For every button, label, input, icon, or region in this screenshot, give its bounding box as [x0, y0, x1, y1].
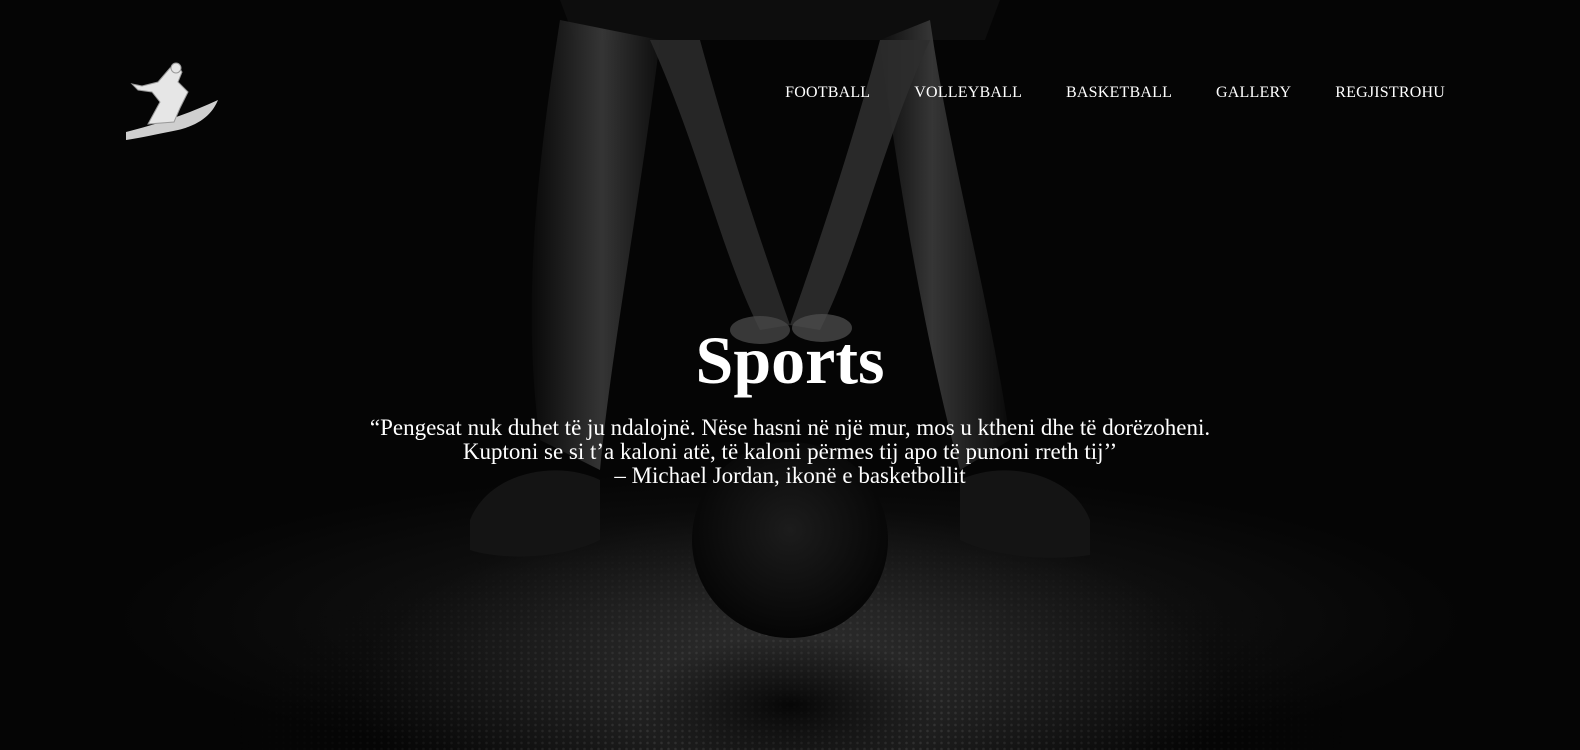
- page-title: Sports: [695, 322, 885, 398]
- hero-content: Sports “Pengesat nuk duhet të ju ndalojn…: [0, 318, 1580, 488]
- nav-item-regjistrohu[interactable]: REGJISTROHU: [1335, 84, 1445, 102]
- nav-item-volleyball[interactable]: VOLLEYBALL: [914, 84, 1022, 102]
- nav-item-basketball[interactable]: BASKETBALL: [1066, 84, 1172, 102]
- quote-attribution: – Michael Jordan, ikonë e basketbollit: [614, 463, 966, 488]
- quote-line: “Pengesat nuk duhet të ju ndalojnë. Nëse…: [369, 415, 1211, 440]
- hero-quote: “Pengesat nuk duhet të ju ndalojnë. Nëse…: [0, 416, 1580, 488]
- nav-item-gallery[interactable]: GALLERY: [1216, 84, 1291, 102]
- quote-line: Kuptoni se si t’a kaloni atë, të kaloni …: [462, 439, 1118, 464]
- nav-item-football[interactable]: FOOTBALL: [785, 84, 870, 102]
- hero-section: FOOTBALL VOLLEYBALL BASKETBALL GALLERY R…: [0, 0, 1580, 750]
- main-nav: FOOTBALL VOLLEYBALL BASKETBALL GALLERY R…: [785, 84, 1445, 102]
- jumping-athlete-logo-icon[interactable]: [118, 62, 226, 148]
